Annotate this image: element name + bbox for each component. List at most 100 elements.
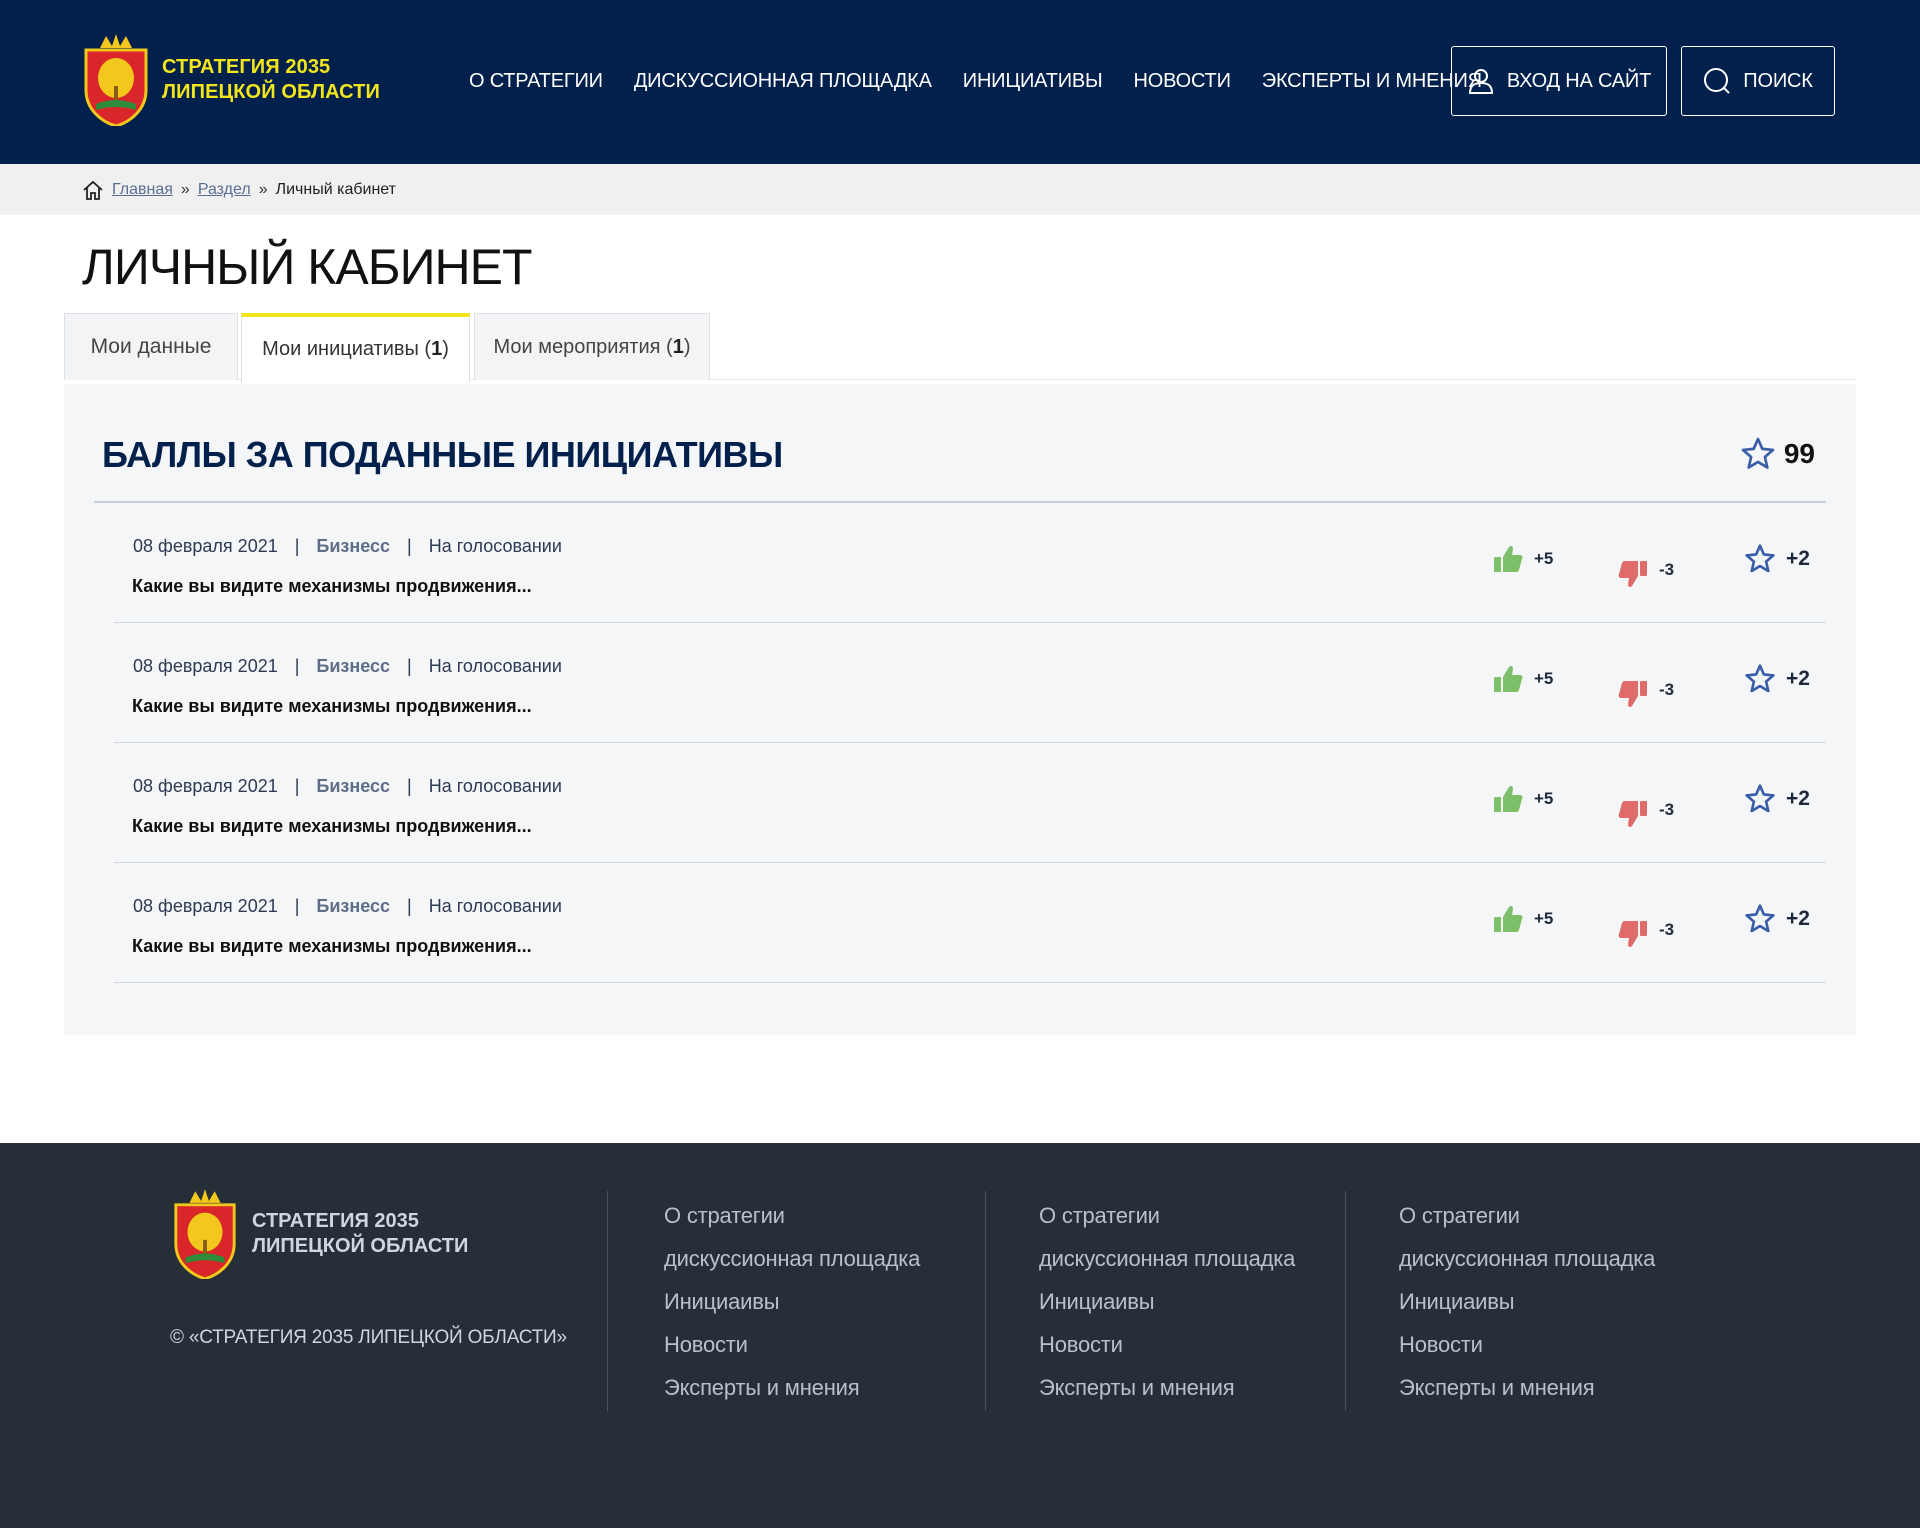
logo-text: СТРАТЕГИЯ 2035 ЛИПЕЦКОЙ ОБЛАСТИ (162, 56, 380, 103)
thumbs-up-icon (1494, 545, 1523, 572)
home-icon[interactable] (82, 179, 104, 201)
nav-item-initiatives[interactable]: ИНИЦИАТИВЫ (963, 70, 1103, 93)
tab-count: 1 (672, 335, 684, 358)
breadcrumb-separator: » (258, 180, 268, 198)
site-logo[interactable]: СТРАТЕГИЯ 2035 ЛИПЕЦКОЙ ОБЛАСТИ (80, 34, 380, 126)
initiative-date: 08 февраля 2021 (133, 896, 278, 916)
footer-link-news[interactable]: Новости (1399, 1332, 1655, 1357)
likes-value: +5 (1534, 909, 1554, 928)
initiative-date: 08 февраля 2021 (133, 776, 278, 796)
footer-link-discussion[interactable]: дискуссионная площадка (664, 1246, 920, 1271)
initiative-title[interactable]: Какие вы видите механизмы продвижения... (132, 576, 532, 597)
dislikes-value: -3 (1659, 560, 1675, 579)
footer-links-column: О стратегии дискуссионная площадка Иници… (1399, 1203, 1655, 1418)
coat-of-arms-icon (174, 1189, 236, 1279)
initiative-date: 08 февраля 2021 (133, 536, 278, 556)
login-label: ВХОД НА САЙТ (1506, 69, 1652, 92)
initiative-category[interactable]: Бизнесс (316, 656, 390, 677)
footer-link-news[interactable]: Новости (1039, 1332, 1295, 1357)
tab-count: 1 (431, 338, 443, 360)
footer-link-experts[interactable]: Эксперты и мнения (664, 1375, 920, 1400)
footer-link-discussion[interactable]: дискуссионная площадка (1399, 1246, 1655, 1271)
initiative-title[interactable]: Какие вы видите механизмы продвижения... (132, 816, 532, 837)
nav-item-strategy[interactable]: О СТРАТЕГИИ (469, 70, 603, 93)
footer-link-strategy[interactable]: О стратегии (1039, 1203, 1295, 1228)
likes-score: +5 (1492, 903, 1553, 935)
footer-link-initiatives[interactable]: Инициаивы (1399, 1289, 1655, 1314)
initiative-category[interactable]: Бизнесс (316, 536, 390, 557)
footer-link-initiatives[interactable]: Инициаивы (1039, 1289, 1295, 1314)
footer-link-initiatives[interactable]: Инициаивы (664, 1289, 920, 1314)
dislikes-score: -3 (1617, 790, 1674, 830)
points-value: +2 (1786, 547, 1810, 570)
breadcrumb: Главная » Раздел » Личный кабинет (0, 164, 1920, 215)
copyright: © «СТРАТЕГИЯ 2035 ЛИПЕЦКОЙ ОБЛАСТИ» (170, 1327, 567, 1348)
footer-divider (985, 1191, 986, 1411)
nav-item-experts[interactable]: ЭКСПЕРТЫ И МНЕНИЯ (1262, 70, 1482, 93)
initiative-title[interactable]: Какие вы видите механизмы продвижения... (132, 696, 532, 717)
search-icon (1704, 68, 1731, 94)
footer-links-column: О стратегии дискуссионная площадка Иници… (664, 1203, 920, 1418)
footer-divider (607, 1191, 608, 1411)
initiative-status: На голосовании (428, 656, 562, 676)
tab-my-data[interactable]: Мои данные (64, 313, 238, 380)
likes-value: +5 (1534, 669, 1554, 688)
footer-link-experts[interactable]: Эксперты и мнения (1039, 1375, 1295, 1400)
initiative-status: На голосовании (428, 776, 562, 796)
dislikes-score: -3 (1617, 670, 1674, 710)
footer-logo[interactable]: СТРАТЕГИЯ 2035 ЛИПЕЦКОЙ ОБЛАСТИ (170, 1189, 468, 1279)
points-value: +2 (1786, 907, 1810, 930)
footer-link-discussion[interactable]: дискуссионная площадка (1039, 1246, 1295, 1271)
initiative-category[interactable]: Бизнесс (316, 896, 390, 917)
points-score: +2 (1744, 543, 1810, 575)
star-icon (1745, 784, 1775, 813)
login-button[interactable]: ВХОД НА САЙТ (1451, 46, 1667, 116)
star-icon (1745, 664, 1775, 693)
dislikes-value: -3 (1659, 680, 1675, 699)
thumbs-up-icon (1494, 905, 1523, 932)
points-value: +2 (1786, 667, 1810, 690)
tab-my-events[interactable]: Мои мероприятия (1) (474, 313, 710, 380)
footer-divider (1345, 1191, 1346, 1411)
initiative-row[interactable]: 08 февраля 2021 | Бизнесс | На голосован… (114, 863, 1826, 983)
initiatives-points-panel: БАЛЛЫ ЗА ПОДАННЫЕ ИНИЦИАТИВЫ 99 08 февра… (64, 384, 1856, 1035)
initiative-meta: 08 февраля 2021 | Бизнесс | На голосован… (133, 896, 562, 917)
initiative-meta: 08 февраля 2021 | Бизнесс | На голосован… (133, 656, 562, 677)
footer-link-news[interactable]: Новости (664, 1332, 920, 1357)
user-icon (1468, 69, 1493, 94)
site-footer: СТРАТЕГИЯ 2035 ЛИПЕЦКОЙ ОБЛАСТИ © «СТРАТ… (0, 1143, 1920, 1528)
footer-link-strategy[interactable]: О стратегии (664, 1203, 920, 1228)
initiative-status: На голосовании (428, 536, 562, 556)
dislikes-score: -3 (1617, 910, 1674, 950)
likes-score: +5 (1492, 783, 1553, 815)
thumbs-up-icon (1494, 785, 1523, 812)
footer-link-strategy[interactable]: О стратегии (1399, 1203, 1655, 1228)
nav-item-discussion[interactable]: ДИСКУССИОННАЯ ПЛОЩАДКА (634, 70, 932, 93)
footer-logo-text: СТРАТЕГИЯ 2035 ЛИПЕЦКОЙ ОБЛАСТИ (252, 1210, 469, 1257)
initiative-row[interactable]: 08 февраля 2021 | Бизнесс | На голосован… (114, 503, 1826, 623)
initiative-row[interactable]: 08 февраля 2021 | Бизнесс | На голосован… (114, 743, 1826, 863)
breadcrumb-home-link[interactable]: Главная (112, 181, 173, 199)
search-button[interactable]: ПОИСК (1681, 46, 1835, 116)
initiative-category[interactable]: Бизнесс (316, 776, 390, 797)
initiative-meta: 08 февраля 2021 | Бизнесс | На голосован… (133, 536, 562, 557)
coat-of-arms-icon (84, 34, 148, 126)
dislikes-score: -3 (1617, 550, 1674, 590)
total-points-value: 99 (1783, 438, 1815, 469)
likes-value: +5 (1534, 789, 1554, 808)
initiative-status: На голосовании (428, 896, 562, 916)
tab-my-initiatives[interactable]: Мои инициативы (1) (241, 313, 470, 382)
likes-score: +5 (1492, 663, 1553, 695)
initiative-row[interactable]: 08 февраля 2021 | Бизнесс | На голосован… (114, 623, 1826, 743)
thumbs-down-icon (1618, 681, 1647, 708)
search-label: ПОИСК (1743, 69, 1813, 92)
nav-item-news[interactable]: НОВОСТИ (1134, 70, 1231, 93)
breadcrumb-section-link[interactable]: Раздел (198, 181, 251, 199)
breadcrumb-separator: » (180, 180, 190, 198)
points-score: +2 (1744, 663, 1810, 695)
initiative-title[interactable]: Какие вы видите механизмы продвижения... (132, 936, 532, 957)
breadcrumb-current: Личный кабинет (275, 180, 396, 198)
footer-link-experts[interactable]: Эксперты и мнения (1399, 1375, 1655, 1400)
points-score: +2 (1744, 783, 1810, 815)
likes-value: +5 (1534, 549, 1554, 568)
